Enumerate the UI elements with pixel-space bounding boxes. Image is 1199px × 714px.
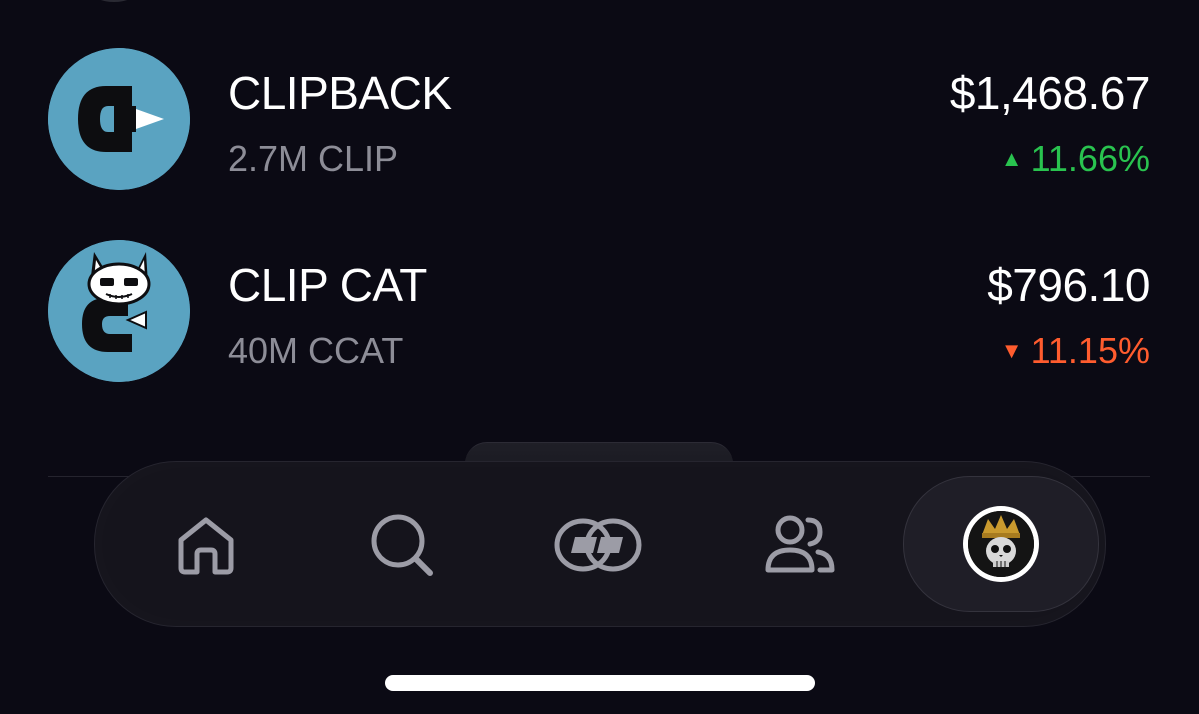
nav-search-button[interactable] <box>357 500 447 590</box>
home-indicator[interactable] <box>385 675 815 691</box>
token-row-clipback[interactable]: CLIPBACK 2.7M CLIP $1,468.67 ▲ 11.66% <box>48 48 1151 192</box>
clipback-logo-icon <box>48 48 190 190</box>
nav-home-button[interactable] <box>161 500 251 590</box>
avatar <box>963 506 1039 582</box>
people-icon <box>765 515 835 573</box>
token-name: CLIPBACK <box>228 67 452 119</box>
nav-clip-button[interactable] <box>553 500 643 590</box>
token-change: ▼ 11.15% <box>1001 330 1150 372</box>
portfolio-screen: CLIPBACK 2.7M CLIP $1,468.67 ▲ 11.66% CL… <box>0 0 1199 714</box>
token-change-value: 11.66% <box>1030 138 1150 179</box>
top-edge-element <box>92 0 136 2</box>
nav-people-button[interactable] <box>755 500 845 590</box>
clipcat-logo-icon <box>48 240 190 382</box>
token-row-clipcat[interactable]: CLIP CAT 40M CCAT $796.10 ▼ 11.15% <box>48 240 1150 384</box>
token-change-value: 11.15% <box>1030 330 1150 371</box>
token-name: CLIP CAT <box>228 259 427 311</box>
nav-profile-button[interactable] <box>903 476 1099 612</box>
search-icon <box>371 514 433 576</box>
clip-icon <box>554 518 642 572</box>
skull-crown-avatar-icon <box>968 511 1034 577</box>
bottom-nav-bar <box>94 461 1106 627</box>
token-change: ▲ 11.66% <box>1001 138 1150 180</box>
home-icon <box>178 517 234 575</box>
token-value: $1,468.67 <box>949 67 1151 119</box>
token-value: $796.10 <box>987 259 1150 311</box>
triangle-up-icon: ▲ <box>1000 146 1023 171</box>
token-amount: 40M CCAT <box>228 330 404 371</box>
triangle-down-icon: ▼ <box>1000 338 1023 363</box>
token-amount: 2.7M CLIP <box>228 138 399 179</box>
